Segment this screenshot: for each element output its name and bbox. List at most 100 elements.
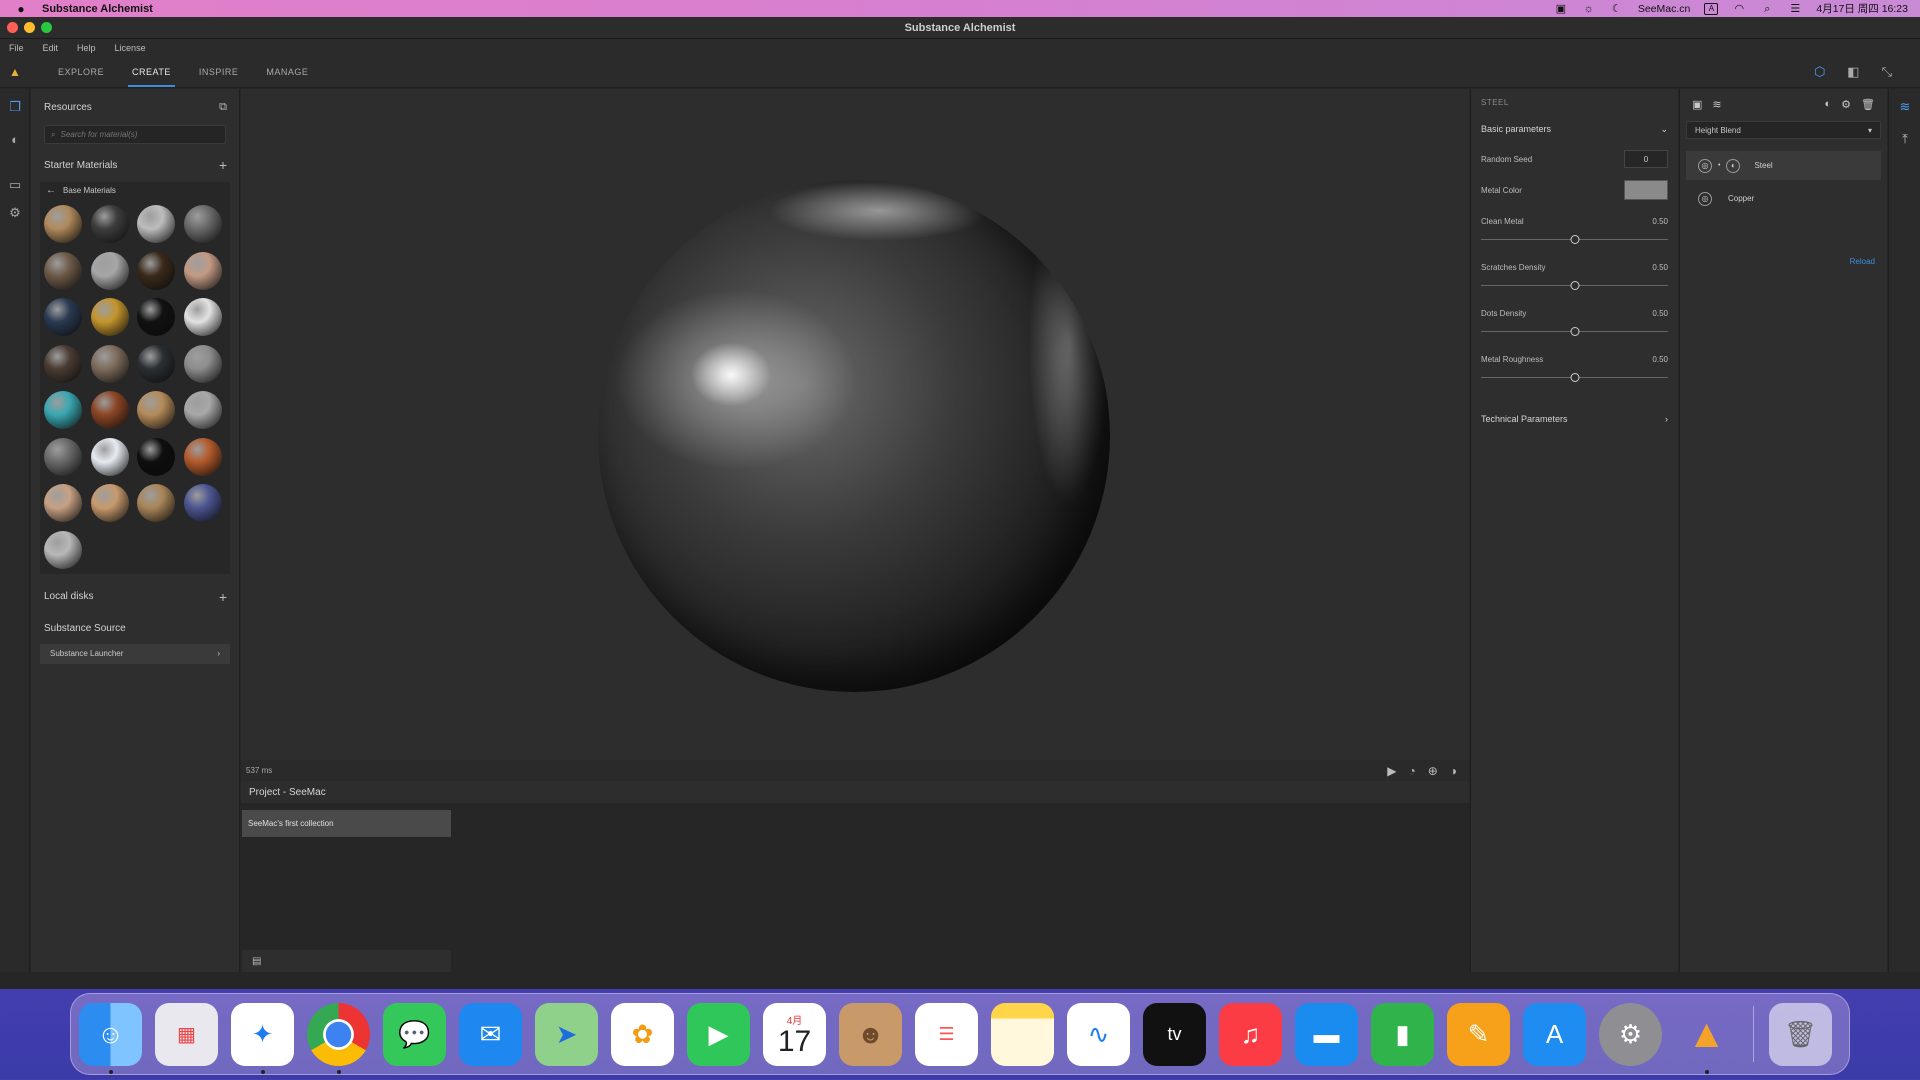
environment-icon[interactable]: ◔ [1408, 764, 1415, 778]
copy-icon[interactable]: ⧉ [219, 101, 227, 114]
dock-music[interactable]: ♫ [1219, 1002, 1282, 1066]
material-thumbnail[interactable] [90, 391, 129, 429]
export-icon[interactable]: ⤒ [1889, 121, 1920, 157]
filter-icon[interactable]: ◐ [1825, 98, 1832, 111]
dock-reminders[interactable]: ☰ [915, 1002, 978, 1066]
material-thumbnail[interactable] [183, 391, 222, 429]
minimize-window-button[interactable] [24, 22, 35, 33]
menu-edit[interactable]: Edit [43, 43, 59, 53]
material-thumbnail[interactable] [183, 298, 222, 336]
slider-value[interactable]: 0.50 [1652, 263, 1668, 272]
material-thumbnail[interactable] [44, 530, 82, 569]
substance-launcher-button[interactable]: Substance Launcher › [40, 643, 230, 664]
zoom-window-button[interactable] [41, 22, 52, 33]
dock-app-store[interactable]: A [1523, 1002, 1586, 1066]
back-arrow-icon[interactable]: ← [46, 185, 56, 196]
material-thumbnail[interactable] [44, 205, 82, 243]
dock-substance-alchemist[interactable]: ▲ [1675, 1003, 1738, 1066]
material-thumbnail[interactable] [90, 205, 129, 243]
slider-value[interactable]: 0.50 [1652, 309, 1668, 318]
slider-thumb[interactable] [1570, 373, 1579, 382]
material-thumbnail[interactable] [90, 437, 129, 476]
brightness-icon[interactable]: ☼ [1582, 3, 1596, 15]
control-center-icon[interactable]: ☰ [1788, 3, 1802, 15]
layer-visibility-icon[interactable]: ◎ [1698, 191, 1712, 206]
dock-pages[interactable]: ✎ [1447, 1002, 1510, 1066]
material-thumbnail[interactable] [90, 251, 129, 290]
slider-thumb[interactable] [1570, 281, 1579, 290]
material-thumbnail[interactable] [44, 298, 82, 336]
wifi-icon[interactable]: ◠ [1732, 3, 1746, 15]
material-thumbnail[interactable] [183, 251, 222, 290]
material-thumbnail[interactable] [44, 391, 82, 429]
tab-explore[interactable]: EXPLORE [44, 57, 118, 87]
dock-mail[interactable]: ✉ [459, 1002, 522, 1066]
dock-keynote[interactable]: ▬ [1295, 1002, 1358, 1066]
dock-notes[interactable] [991, 1002, 1054, 1066]
add-disk-icon[interactable]: + [219, 589, 227, 605]
camera-icon[interactable]: ▶ [1387, 764, 1396, 778]
moon-icon[interactable]: ☾ [1610, 3, 1624, 15]
clipboard-icon[interactable]: ▣ [1554, 3, 1568, 15]
random-seed-input[interactable]: 0 [1624, 150, 1668, 168]
slider[interactable] [1481, 235, 1668, 245]
dock-photos[interactable]: ✿ [611, 1002, 674, 1066]
gear-icon[interactable]: ⚙ [1841, 98, 1851, 111]
settings-icon[interactable]: ⚙ [0, 199, 30, 227]
2d-view-icon[interactable]: ◧ [1847, 64, 1859, 80]
slider-thumb[interactable] [1570, 235, 1579, 244]
material-thumbnail[interactable] [137, 437, 175, 476]
technical-parameters-header[interactable]: Technical Parameters › [1471, 411, 1678, 427]
menu-file[interactable]: File [9, 43, 24, 53]
slider-value[interactable]: 0.50 [1652, 355, 1668, 364]
dock-safari[interactable]: ✦ [231, 1002, 294, 1066]
reload-link[interactable]: Reload [1850, 257, 1875, 266]
layer-steel[interactable]: ◎ • ◐ Steel [1686, 151, 1881, 180]
material-thumbnail[interactable] [137, 251, 175, 290]
slider-value[interactable]: 0.50 [1652, 217, 1668, 226]
dock-calendar[interactable]: 4月 17 [763, 1002, 826, 1066]
search-input[interactable] [60, 130, 211, 139]
tab-manage[interactable]: MANAGE [252, 57, 322, 87]
material-search[interactable]: ⌕ [44, 125, 226, 144]
menu-license[interactable]: License [115, 43, 146, 53]
slider[interactable] [1481, 281, 1668, 291]
material-thumbnail[interactable] [44, 437, 82, 476]
display-icon[interactable]: ▭ [0, 171, 30, 199]
material-thumbnail[interactable] [137, 298, 175, 336]
basic-parameters-header[interactable]: Basic parameters ⌄ [1471, 121, 1678, 137]
material-thumbnail[interactable] [183, 484, 222, 522]
dock-facetime[interactable]: ▶ [687, 1002, 750, 1066]
menubar-site[interactable]: SeeMac.cn [1638, 3, 1691, 15]
material-preview-sphere[interactable] [598, 180, 1110, 692]
material-thumbnail[interactable] [44, 251, 82, 290]
dock-system-settings[interactable]: ⚙ [1599, 1002, 1662, 1066]
add-starter-icon[interactable]: + [219, 157, 227, 173]
spotlight-icon[interactable]: ⌕ [1760, 3, 1774, 15]
close-window-button[interactable] [7, 22, 18, 33]
split-view-icon[interactable]: ⤡ [1882, 64, 1892, 80]
layer-stack-icon[interactable]: ≋ [1712, 98, 1721, 111]
dock-trash[interactable]: 🗑 [1769, 1002, 1832, 1066]
tab-create[interactable]: CREATE [118, 57, 185, 87]
menu-help[interactable]: Help [77, 43, 96, 53]
3d-view-icon[interactable]: ⬡ [1814, 64, 1825, 80]
slider-thumb[interactable] [1570, 327, 1579, 336]
tab-inspire[interactable]: INSPIRE [185, 57, 253, 87]
dock-chrome[interactable] [307, 1002, 370, 1066]
layer-copper[interactable]: ◎ Copper [1686, 184, 1881, 213]
material-thumbnail[interactable] [44, 344, 82, 383]
material-thumbnail[interactable] [90, 344, 129, 383]
new-folder-icon[interactable]: ▤ [252, 956, 261, 967]
material-thumbnail[interactable] [137, 484, 175, 522]
layers-icon[interactable]: ≋ [1889, 89, 1920, 125]
blend-mode-select[interactable]: Height Blend ▾ [1686, 121, 1881, 139]
dock-launchpad[interactable]: ▦ [155, 1002, 218, 1066]
dock-tv[interactable]: tv [1143, 1002, 1206, 1066]
material-thumbnail[interactable] [137, 344, 175, 383]
collection-item[interactable]: SeeMac's first collection [242, 810, 451, 837]
save-icon[interactable]: ▣ [1692, 98, 1702, 111]
dock-numbers[interactable]: ▮ [1371, 1002, 1434, 1066]
dock-freeform[interactable]: ∿ [1067, 1002, 1130, 1066]
dock-contacts[interactable]: ☻ [839, 1002, 902, 1066]
